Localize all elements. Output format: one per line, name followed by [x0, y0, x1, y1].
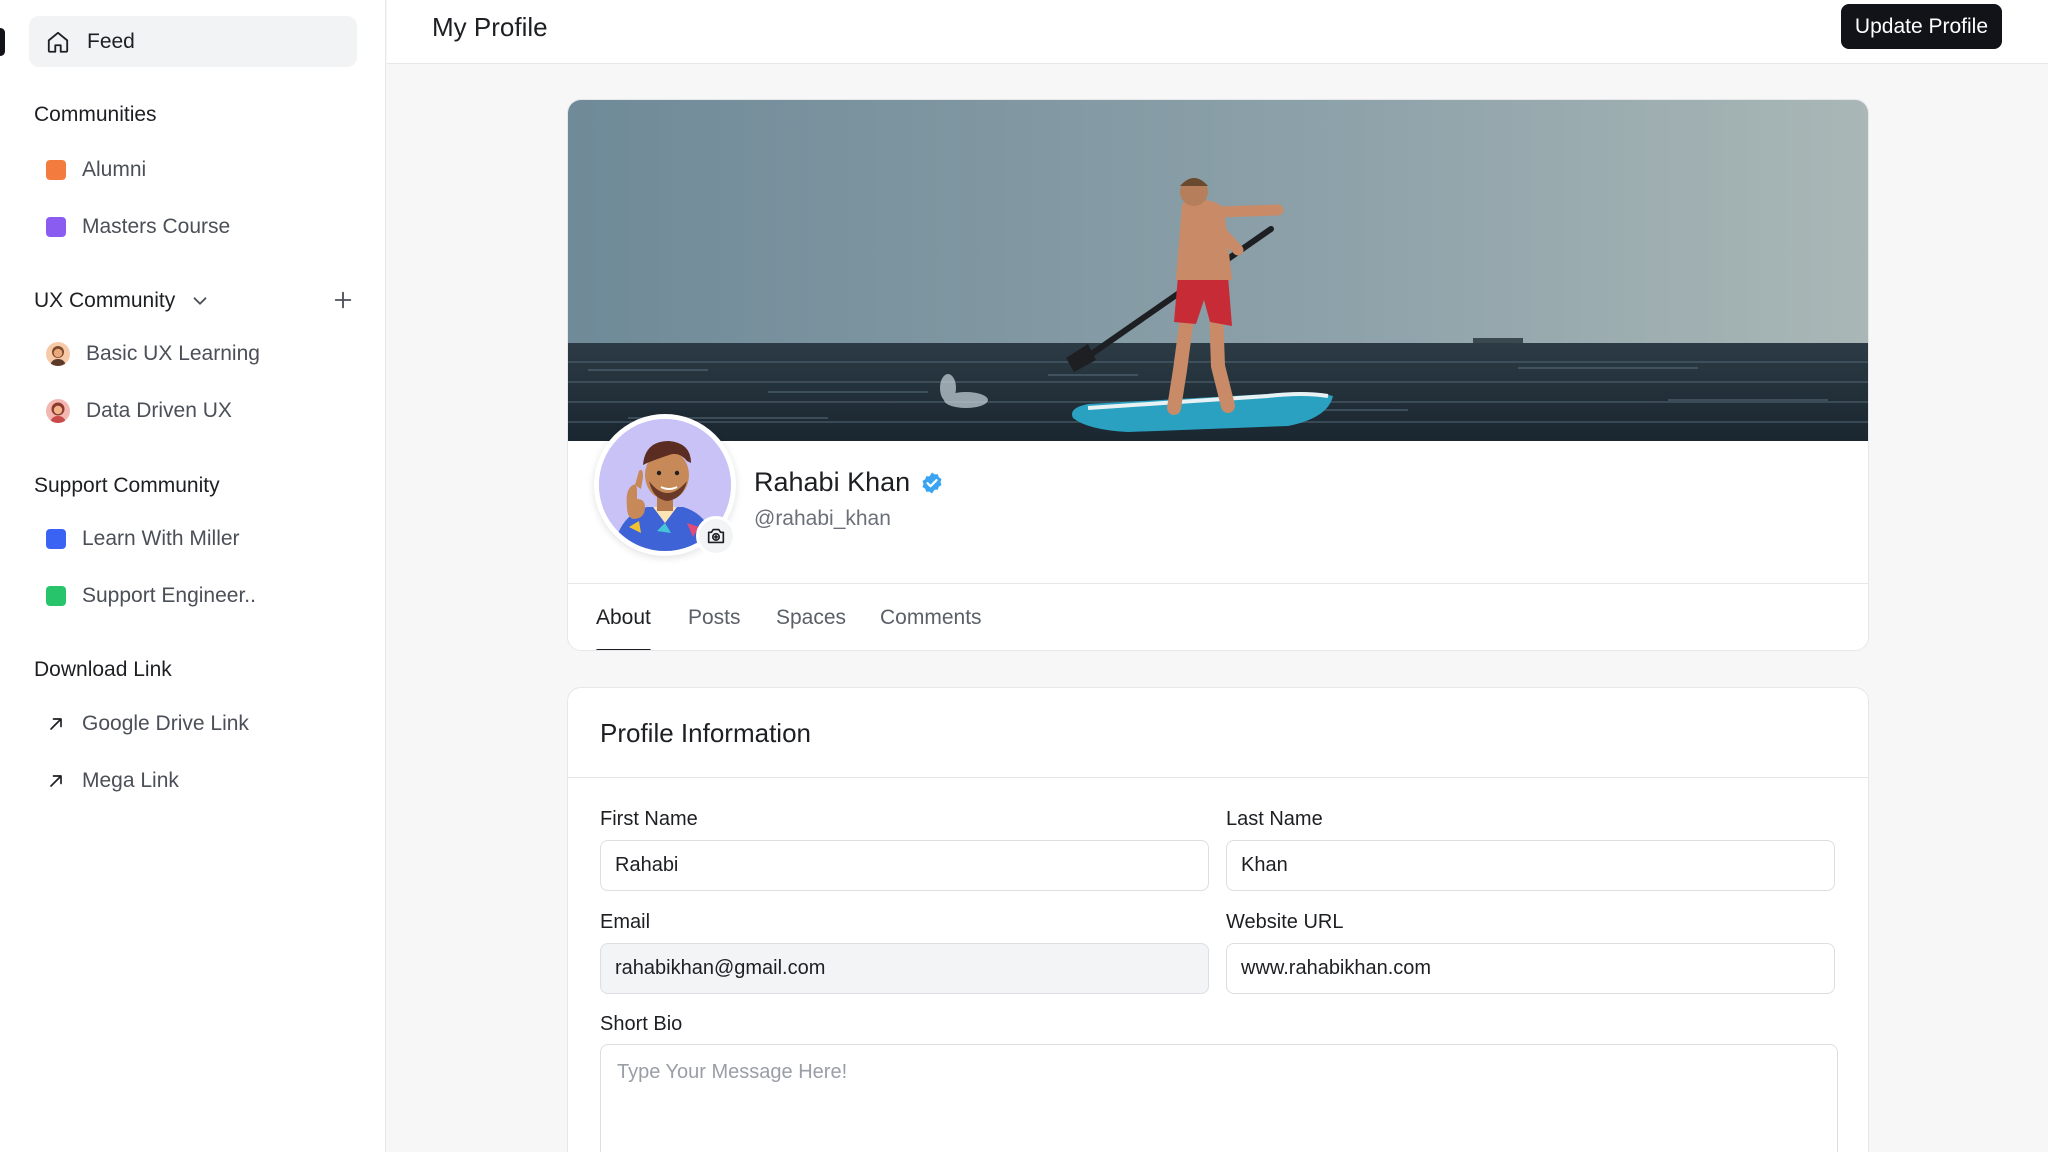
change-avatar-button[interactable] [696, 516, 736, 556]
community-color-swatch [46, 217, 66, 237]
sidebar-item-learn-with-miller[interactable]: Learn With Miller [46, 519, 346, 559]
arrow-up-right-icon [46, 713, 66, 735]
short-bio-label: Short Bio [600, 1013, 683, 1035]
home-icon [45, 29, 71, 55]
chevron-down-icon[interactable] [189, 290, 211, 312]
sidebar-item-mega-link[interactable]: Mega Link [46, 761, 346, 801]
sidebar-edge-indicator [0, 28, 5, 56]
page-title: My Profile [432, 12, 548, 42]
sidebar-item-label: Masters Course [82, 215, 231, 238]
section-heading-download-link: Download Link [34, 658, 172, 681]
sidebar-item-label: Data Driven UX [86, 399, 232, 422]
sidebar-item-label: Mega Link [82, 769, 179, 792]
sidebar-item-label: Support Engineer.. [82, 584, 256, 607]
profile-name: Rahabi Khan [754, 467, 944, 498]
last-name-label: Last Name [1226, 808, 1323, 830]
sidebar: Feed Communities Alumni Masters Course U… [0, 0, 386, 1152]
email-field[interactable] [600, 943, 1209, 994]
sidebar-item-label: Feed [87, 29, 135, 53]
community-color-swatch [46, 586, 66, 606]
last-name-input[interactable] [1226, 840, 1835, 891]
profile-tabs: About Posts Spaces Comments [568, 583, 1868, 650]
add-space-icon[interactable] [332, 289, 354, 316]
section-heading-support-community: Support Community [34, 474, 220, 497]
profile-information-card: Profile Information First Name Last Name… [567, 687, 1869, 1152]
sidebar-item-feed[interactable]: Feed [29, 16, 357, 67]
sidebar-item-label: Google Drive Link [82, 712, 249, 735]
website-url-input[interactable] [1226, 943, 1835, 994]
top-bar: My Profile Update Profile [387, 0, 2048, 64]
sidebar-item-label: Learn With Miller [82, 527, 240, 550]
sidebar-item-data-driven-ux[interactable]: Data Driven UX [46, 391, 346, 431]
sidebar-item-basic-ux-learning[interactable]: Basic UX Learning [46, 334, 346, 374]
sidebar-item-masters-course[interactable]: Masters Course [46, 207, 346, 247]
sidebar-item-label: Basic UX Learning [86, 342, 260, 365]
section-header-ux-community: UX Community [34, 284, 354, 318]
tab-about[interactable]: About [596, 584, 651, 650]
profile-handle: @rahabi_khan [754, 507, 891, 530]
email-label: Email [600, 911, 651, 933]
sidebar-item-google-drive-link[interactable]: Google Drive Link [46, 704, 346, 744]
tab-comments[interactable]: Comments [880, 584, 982, 650]
update-profile-button[interactable]: Update Profile [1840, 4, 2002, 49]
cover-photo [568, 100, 1868, 441]
short-bio-textarea[interactable] [600, 1044, 1838, 1152]
first-name-input[interactable] [600, 840, 1209, 891]
space-avatar [46, 399, 70, 423]
tab-spaces[interactable]: Spaces [776, 584, 846, 650]
section-heading-communities: Communities [34, 103, 157, 126]
profile-name-text: Rahabi Khan [754, 467, 911, 497]
first-name-label: First Name [600, 808, 698, 830]
sidebar-item-label: Alumni [82, 158, 147, 181]
verified-badge-icon [920, 471, 944, 495]
profile-card: Rahabi Khan @rahabi_khan About Posts Spa… [567, 99, 1869, 651]
space-avatar [46, 342, 70, 366]
camera-icon [705, 525, 727, 547]
website-url-label: Website URL [1226, 911, 1344, 933]
sidebar-item-alumni[interactable]: Alumni [46, 150, 346, 190]
divider [568, 777, 1868, 778]
tab-posts[interactable]: Posts [688, 584, 741, 650]
sidebar-item-support-engineer[interactable]: Support Engineer.. [46, 576, 346, 616]
community-color-swatch [46, 529, 66, 549]
section-heading-ux-community: UX Community [34, 289, 176, 312]
section-title: Profile Information [600, 718, 811, 748]
community-color-swatch [46, 160, 66, 180]
arrow-up-right-icon [46, 770, 66, 792]
